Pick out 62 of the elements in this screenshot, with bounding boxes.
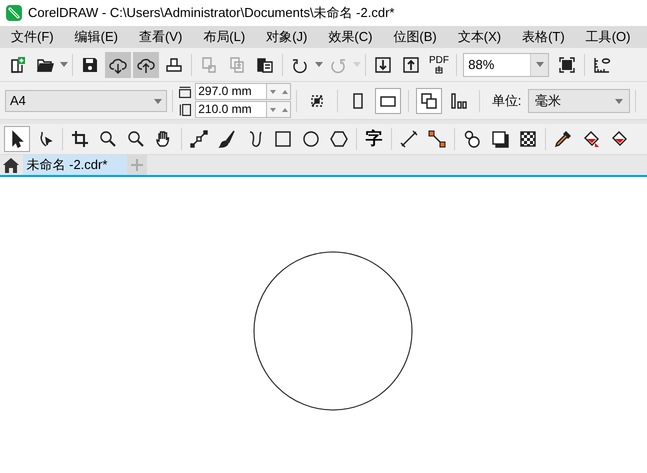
fullscreen-icon [558,56,576,74]
dimension-field[interactable]: 210.0 mm [195,101,268,118]
units-label: 单位: [492,92,522,110]
units-dropdown[interactable]: 毫米 [528,88,630,112]
checkerboard-icon [519,130,537,148]
paintbrush-icon [218,130,236,148]
overlapping-pages-icon [420,92,438,110]
copy-document-icon [200,56,218,74]
menu-item[interactable]: 位图(B) [382,26,447,48]
zoom-combo[interactable]: 88% [463,52,550,76]
tool-button[interactable] [4,126,30,152]
printer-icon [165,56,183,74]
caret-icon[interactable] [154,98,162,104]
magnifier-icon [99,130,117,148]
clipboard-icon [256,56,274,74]
caret-icon[interactable] [315,62,323,67]
dimension-line-icon [400,130,418,148]
hexagon-icon [330,130,348,148]
window-title: CorelDRAW - C:\Users\Administrator\Documents\未命名 -2.cdr* [28,4,394,22]
tool-button[interactable]: 字 [361,126,387,152]
ellipse-shape[interactable] [254,252,412,410]
line-nodes-icon [190,130,208,148]
magnifier-icon [127,130,145,148]
caret-icon[interactable] [614,98,623,104]
paint-bucket-icon [582,130,600,148]
rectangle-icon [274,130,292,148]
grid-icon [435,66,443,74]
paint-bucket-icon [610,130,628,148]
crop-icon [71,130,89,148]
menu-item[interactable]: 文本(X) [446,26,512,48]
page-layout-button[interactable] [416,88,442,114]
page-size-dropdown[interactable]: A4 [5,90,167,112]
pdf-button[interactable]: PDF [426,52,452,78]
spin-buttons[interactable] [267,101,292,118]
orientation-button[interactable] [375,88,402,114]
ruler-icon [592,56,610,74]
caret-icon[interactable] [536,62,544,67]
caret-icon[interactable] [60,62,68,67]
blend-circles-icon [463,130,481,148]
ellipse-icon [302,130,320,148]
drop-shadow-icon [491,130,509,148]
menu-item[interactable]: 工具(O) [574,26,640,48]
spin-buttons[interactable] [267,83,292,100]
page-height-icon [178,102,192,116]
menu-item[interactable]: 对象(J) [255,26,318,48]
toolbar-button[interactable] [133,52,159,78]
document-tab[interactable]: 未命名 -2.cdr* [22,155,128,175]
dimension-field[interactable]: 297.0 mm [195,83,268,100]
toolbar-button[interactable] [105,52,131,78]
eyedropper-icon [554,130,572,148]
menu-item[interactable]: 编辑(E) [64,26,128,48]
menu-item[interactable]: 布局(L) [192,26,256,48]
menu-item[interactable]: 效果(C) [317,26,382,48]
menu-item[interactable]: 查看(V) [128,26,192,48]
menu-item[interactable]: 表格(T) [511,26,575,48]
connector-icon [428,130,446,148]
menu-item[interactable]: 文件(F) [0,26,64,48]
app-logo-icon [6,5,22,21]
page-bars-icon [450,92,468,110]
home-icon[interactable] [3,158,20,172]
page-width-icon [178,84,192,98]
copy-document-icon [228,56,246,74]
